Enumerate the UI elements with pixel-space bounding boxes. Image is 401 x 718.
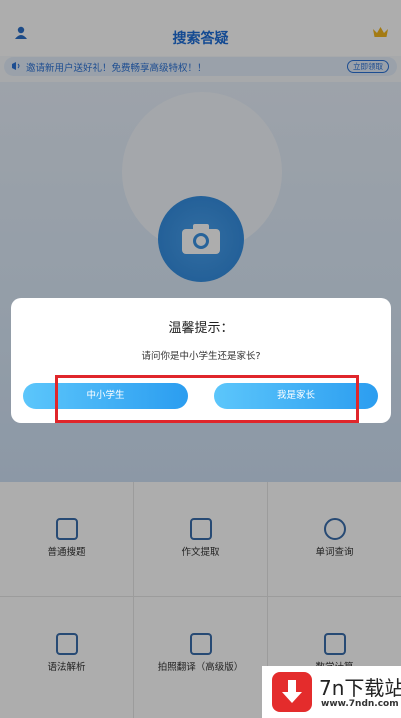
site-watermark: 7n下载站 www.7ndn.com	[262, 666, 401, 718]
highlight-annotation-box	[55, 375, 359, 423]
dialog-message: 请问你是中小学生还是家长?	[141, 351, 261, 362]
watermark-title: 7n下载站	[319, 676, 401, 700]
dialog-title: 温馨提示：	[168, 321, 234, 336]
watermark-url: www.7ndn.com	[321, 699, 399, 709]
download-logo-icon	[272, 672, 312, 712]
